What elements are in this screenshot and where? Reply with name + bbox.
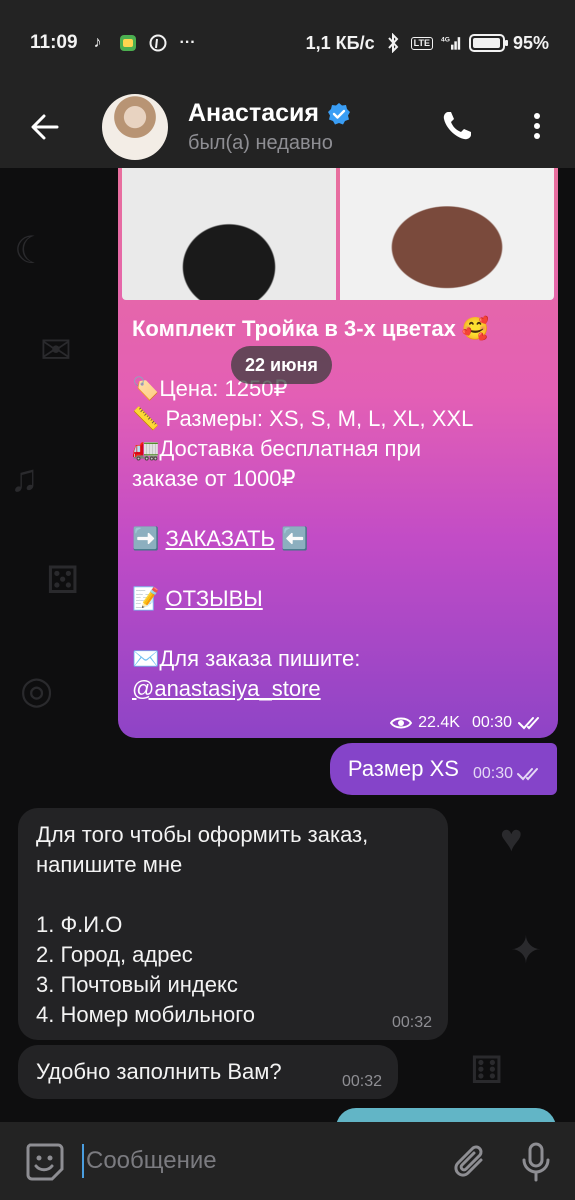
- chat-header: Анастасия был(а) недавно: [0, 86, 575, 168]
- order-link[interactable]: ЗАКАЗАТЬ: [166, 526, 275, 551]
- post-views: 22.4K: [418, 714, 460, 731]
- status-time: 11:09: [30, 32, 78, 53]
- post-meta: 22.4K 00:30: [390, 714, 544, 732]
- back-button[interactable]: [10, 92, 80, 162]
- outgoing-message[interactable]: Размер XS 00:30: [329, 743, 557, 795]
- network-type: 4G: [441, 36, 450, 43]
- network-speed: 1,1 КБ/с: [305, 32, 375, 53]
- bluetooth-icon: [383, 33, 403, 53]
- double-check-icon: [518, 717, 539, 730]
- double-check-icon: [517, 768, 538, 781]
- call-button[interactable]: [437, 106, 477, 146]
- message-input-bar: Сообщение: [0, 1122, 575, 1200]
- more-options-button[interactable]: [525, 106, 549, 146]
- message-text: Для того чтобы оформить заказ, напишите …: [36, 820, 432, 1030]
- doodle-icon: ✦: [510, 930, 542, 972]
- post-delivery-2: заказе от 1000₽: [132, 466, 296, 491]
- doodle-icon: ♥: [500, 818, 523, 860]
- post-time: 00:30: [471, 714, 512, 731]
- order-arrow-right-icon: ➡️: [132, 526, 166, 551]
- order-arrow-left-icon: ⬅️: [274, 526, 309, 551]
- message-time: 00:32: [391, 1014, 432, 1031]
- battery-icon: [468, 34, 508, 52]
- photo-brown-set[interactable]: [340, 168, 554, 300]
- chat-title[interactable]: Анастасия был(а) недавно: [188, 99, 351, 155]
- message-line: 2. Город, адрес: [36, 942, 193, 967]
- reviews-link[interactable]: ОТЗЫВЫ: [166, 586, 263, 611]
- incoming-message[interactable]: Для того чтобы оформить заказ, напишите …: [18, 808, 448, 1040]
- last-seen-status: был(а) недавно: [188, 132, 333, 154]
- message-line: напишите мне: [36, 852, 183, 877]
- partial-message[interactable]: [336, 1108, 556, 1122]
- date-chip: 22 июня: [231, 346, 332, 384]
- doodle-icon: ⚄: [46, 560, 80, 602]
- volte-badge: LTE: [410, 36, 433, 50]
- eye-icon: [390, 717, 413, 729]
- message-text: Удобно заполнить Вам?: [36, 1059, 282, 1084]
- doodle-icon: ⚅: [470, 1050, 504, 1092]
- memo-icon: 📝: [132, 586, 166, 611]
- photo-black-set[interactable]: [122, 168, 336, 300]
- doodle-icon: ♫: [10, 458, 39, 500]
- post-price: 🏷️Цена: 1250₽: [132, 376, 288, 401]
- verified-icon: [327, 102, 350, 124]
- microphone-button[interactable]: [519, 1140, 553, 1184]
- app-icon: [118, 33, 138, 53]
- status-bar: 11:09 ♪ ··· 1,1 КБ/с LTE 4G 95%: [0, 0, 575, 86]
- message-line: 1. Ф.И.О: [36, 912, 123, 937]
- post-text: Комплект Тройка в 3-х цветах 🥰 🏷️Цена: 1…: [132, 314, 542, 704]
- post-delivery-1: 🚛Доставка бесплатная при: [132, 436, 421, 461]
- post-photos[interactable]: [122, 168, 554, 300]
- battery-percent: 95%: [512, 32, 549, 53]
- forwarded-post[interactable]: Комплект Тройка в 3-х цветах 🥰 🏷️Цена: 1…: [118, 168, 558, 738]
- doodle-icon: ◎: [20, 670, 54, 712]
- message-line: Для того чтобы оформить заказ,: [36, 822, 369, 847]
- incoming-message[interactable]: Удобно заполнить Вам? 00:32: [18, 1045, 398, 1099]
- chat-area[interactable]: ☾ ✉ ♫ ⚄ ◎ ♥ ✦ ⚅ Комплект Тройка в 3-х цв…: [0, 168, 575, 1122]
- signal-icon: 4G: [441, 33, 461, 53]
- pinterest-icon: [148, 33, 168, 53]
- message-line: 3. Почтовый индекс: [36, 972, 238, 997]
- doodle-icon: ☾: [14, 230, 49, 272]
- doodle-icon: ✉: [40, 330, 72, 372]
- emoji-button[interactable]: [22, 1139, 66, 1183]
- post-title: Комплект Тройка в 3-х цветах 🥰: [132, 316, 490, 341]
- message-input[interactable]: Сообщение: [86, 1147, 217, 1175]
- text-caret: [82, 1144, 84, 1178]
- post-contact: ✉️Для заказа пишите:: [132, 646, 361, 671]
- contact-username-link[interactable]: @anastasiya_store: [132, 674, 542, 704]
- avatar[interactable]: [102, 94, 168, 160]
- message-time: 00:32: [341, 1073, 382, 1090]
- more-notifications-icon: ···: [179, 34, 196, 51]
- tiktok-icon: ♪: [93, 34, 102, 51]
- more-vertical-icon: [534, 113, 540, 139]
- phone-icon: [443, 112, 471, 140]
- message-text: Размер XS: [347, 756, 459, 781]
- attach-button[interactable]: [451, 1140, 491, 1184]
- post-sizes: 📏 Размеры: XS, S, M, L, XL, XXL: [132, 406, 474, 431]
- message-time: 00:30: [472, 765, 513, 782]
- contact-name: Анастасия: [188, 99, 319, 127]
- arrow-left-icon: [31, 114, 59, 140]
- message-line: 4. Номер мобильного: [36, 1002, 256, 1027]
